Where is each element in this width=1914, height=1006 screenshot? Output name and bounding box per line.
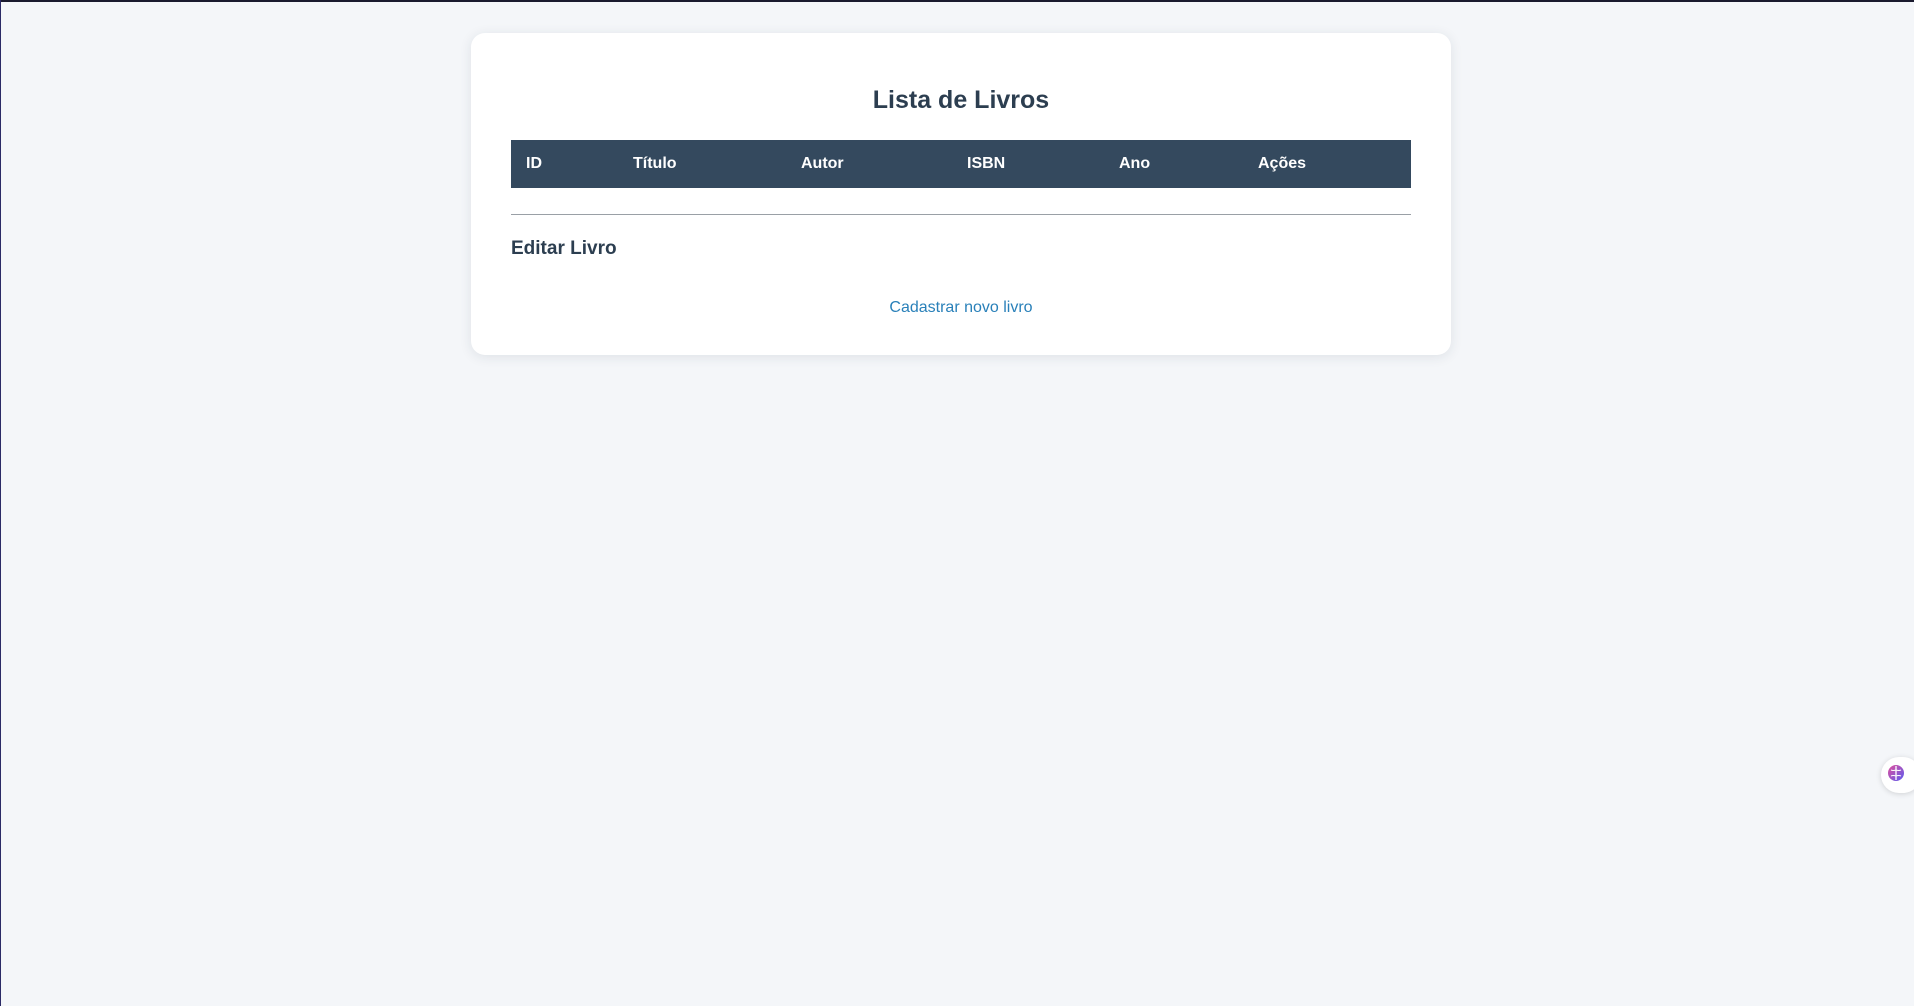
assistant-widget-button[interactable] <box>1881 757 1914 793</box>
window-top-border <box>0 0 1914 2</box>
column-header-id: ID <box>511 140 618 188</box>
column-header-isbn: ISBN <box>952 140 1104 188</box>
new-book-link[interactable]: Cadastrar novo livro <box>511 298 1411 318</box>
column-header-actions: Ações <box>1243 140 1411 188</box>
edit-book-heading: Editar Livro <box>511 238 617 259</box>
books-card: Lista de Livros ID Título Autor ISBN Ano… <box>471 33 1451 355</box>
brain-icon <box>1887 764 1905 787</box>
page-title: Lista de Livros <box>872 86 1050 114</box>
books-table: ID Título Autor ISBN Ano Ações <box>511 140 1411 188</box>
table-header-row: ID Título Autor ISBN Ano Ações <box>511 140 1411 188</box>
column-header-year: Ano <box>1104 140 1243 188</box>
window-left-border <box>0 0 1 1006</box>
column-header-title: Título <box>618 140 786 188</box>
column-header-author: Autor <box>786 140 952 188</box>
